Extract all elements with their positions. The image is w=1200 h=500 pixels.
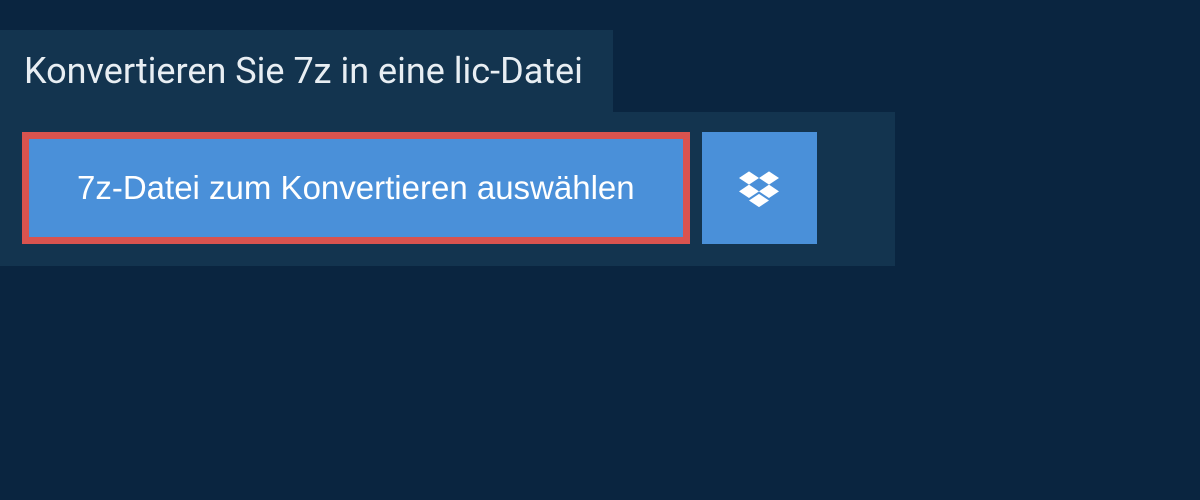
- page-title-tab: Konvertieren Sie 7z in eine lic-Datei: [0, 30, 613, 112]
- select-file-button[interactable]: 7z-Datei zum Konvertieren auswählen: [29, 139, 683, 237]
- page-title: Konvertieren Sie 7z in eine lic-Datei: [24, 50, 583, 92]
- dropbox-button[interactable]: [702, 132, 817, 244]
- conversion-panel: 7z-Datei zum Konvertieren auswählen: [0, 112, 895, 266]
- select-file-highlight: 7z-Datei zum Konvertieren auswählen: [22, 132, 690, 244]
- dropbox-icon: [739, 168, 779, 208]
- button-row: 7z-Datei zum Konvertieren auswählen: [22, 132, 873, 244]
